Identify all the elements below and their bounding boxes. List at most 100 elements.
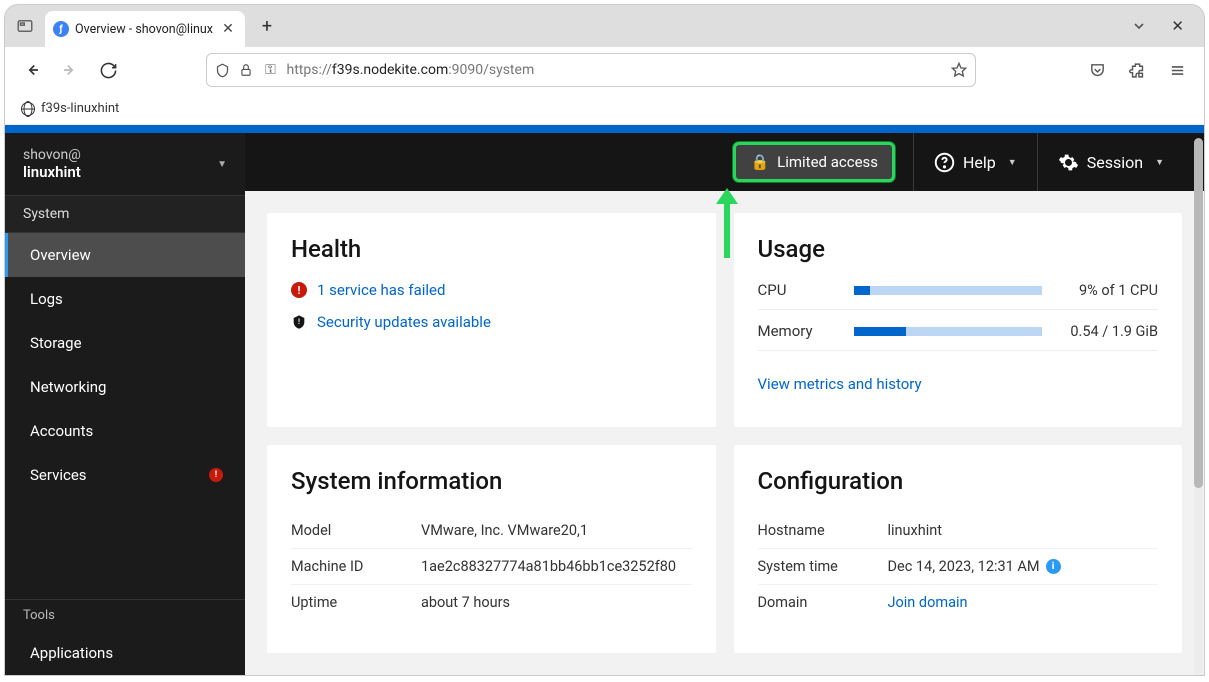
new-tab-button[interactable]: + — [253, 12, 281, 40]
lock-icon — [239, 63, 255, 77]
limited-access-button[interactable]: 🔒 Limited access — [733, 142, 895, 182]
sidebar-item-services[interactable]: Services! — [5, 453, 245, 497]
info-row: DomainJoin domain — [758, 585, 1159, 620]
info-row: ModelVMware, Inc. VMware20,1 — [291, 513, 692, 549]
extensions-button[interactable] — [1122, 55, 1152, 85]
sidebar-item-label: Storage — [30, 334, 82, 352]
info-label: Uptime — [291, 594, 421, 611]
sidebar-section-system[interactable]: System — [5, 195, 245, 233]
forward-button[interactable] — [55, 55, 85, 85]
caret-down-icon: ▼ — [1008, 157, 1017, 168]
main-area: 🔒 Limited access Help ▼ Session ▼ — [245, 133, 1204, 675]
tab-close-button[interactable]: ✕ — [219, 21, 237, 37]
sidebar-item-label: Overview — [30, 246, 91, 264]
usage-title: Usage — [758, 235, 1159, 263]
info-label: Machine ID — [291, 558, 421, 575]
info-value-link[interactable]: Join domain — [888, 594, 1159, 611]
sidebar-item-label: Services — [30, 466, 87, 484]
limited-access-label: Limited access — [777, 153, 878, 171]
sidebar-item-label: Accounts — [30, 422, 93, 440]
memory-bar — [854, 327, 1043, 336]
metrics-history-link[interactable]: View metrics and history — [758, 375, 922, 393]
sidebar: shovon@ linuxhint ▼ System Overview Logs S… — [5, 133, 245, 675]
globe-icon — [21, 102, 35, 116]
info-label: Domain — [758, 594, 888, 611]
host-user: shovon@ — [23, 147, 81, 163]
sidebar-item-applications[interactable]: Applications — [5, 631, 245, 675]
firefox-view-button[interactable] — [13, 14, 37, 38]
tab-title: Overview - shovon@linux — [75, 22, 213, 37]
info-label: Model — [291, 522, 421, 539]
sidebar-item-label: Networking — [30, 378, 106, 396]
tab-favicon-icon: ƒ — [53, 21, 69, 37]
info-icon[interactable]: i — [1046, 559, 1061, 574]
info-row: System timeDec 14, 2023, 12:31 AMi — [758, 549, 1159, 585]
cpu-bar — [854, 286, 1043, 295]
url-bar[interactable]: ⚿ https://f39s.nodekite.com:9090/system — [206, 53, 976, 87]
health-card: Health ! 1 service has failed ! Security… — [267, 213, 716, 427]
info-value: linuxhint — [888, 522, 1159, 539]
host-switcher[interactable]: shovon@ linuxhint ▼ — [5, 133, 245, 195]
info-label: Hostname — [758, 522, 888, 539]
info-row: Uptimeabout 7 hours — [291, 585, 692, 620]
cockpit-app: shovon@ linuxhint ▼ System Overview Logs S… — [5, 133, 1204, 675]
shield-icon — [215, 63, 231, 78]
sidebar-item-overview[interactable]: Overview — [5, 233, 245, 277]
sidebar-item-accounts[interactable]: Accounts — [5, 409, 245, 453]
sidebar-item-storage[interactable]: Storage — [5, 321, 245, 365]
browser-tab[interactable]: ƒ Overview - shovon@linux ✕ — [45, 11, 245, 47]
alert-badge-icon: ! — [209, 468, 223, 482]
service-failed-link[interactable]: 1 service has failed — [317, 281, 445, 299]
masthead: 🔒 Limited access Help ▼ Session ▼ — [245, 133, 1204, 191]
caret-down-icon: ▼ — [217, 159, 227, 170]
sidebar-item-networking[interactable]: Networking — [5, 365, 245, 409]
security-updates-link[interactable]: Security updates available — [317, 313, 491, 331]
security-shield-icon: ! — [291, 314, 307, 330]
cpu-value: 9% of 1 CPU — [1058, 282, 1158, 299]
menu-button[interactable] — [1162, 55, 1192, 85]
sysinfo-card: System information ModelVMware, Inc. VMw… — [267, 445, 716, 654]
bookmark-star-button[interactable] — [951, 62, 967, 78]
key-icon: ⚿ — [263, 62, 279, 78]
sidebar-item-label: Logs — [30, 290, 63, 308]
scrollbar[interactable] — [1194, 138, 1203, 676]
config-title: Configuration — [758, 467, 1159, 495]
info-row: Machine ID1ae2c88327774a81bb46bb1ce3252f… — [291, 549, 692, 585]
info-value: Dec 14, 2023, 12:31 AMi — [888, 558, 1159, 575]
sidebar-item-logs[interactable]: Logs — [5, 277, 245, 321]
alert-icon: ! — [291, 282, 307, 298]
cpu-label: CPU — [758, 281, 838, 299]
brand-strip — [5, 125, 1204, 133]
scrollbar-thumb[interactable] — [1194, 138, 1203, 488]
memory-label: Memory — [758, 322, 838, 340]
pocket-button[interactable] — [1082, 55, 1112, 85]
bookmark-item[interactable]: f39s-linuxhint — [41, 101, 119, 116]
help-menu[interactable]: Help ▼ — [913, 133, 1037, 191]
info-label: System time — [758, 558, 888, 575]
bookmark-bar: f39s-linuxhint — [5, 93, 1204, 125]
host-name: linuxhint — [23, 163, 81, 181]
help-icon — [934, 152, 955, 173]
gear-icon — [1058, 152, 1079, 173]
info-value: 1ae2c88327774a81bb46bb1ce3252f80 — [421, 558, 692, 575]
sysinfo-title: System information — [291, 467, 692, 495]
tab-bar: ƒ Overview - shovon@linux ✕ + ✕ — [5, 5, 1204, 47]
info-value: about 7 hours — [421, 594, 692, 611]
lock-icon: 🔒 — [750, 153, 769, 171]
config-card: Configuration HostnamelinuxhintSystem ti… — [734, 445, 1183, 654]
session-label: Session — [1087, 153, 1143, 172]
usage-card: Usage CPU 9% of 1 CPU Memory 0.54 / 1.9 … — [734, 213, 1183, 427]
tabs-dropdown-button[interactable] — [1131, 18, 1147, 34]
caret-down-icon: ▼ — [1155, 157, 1164, 168]
help-label: Help — [963, 153, 996, 172]
memory-value: 0.54 / 1.9 GiB — [1058, 323, 1158, 340]
info-row: Hostnamelinuxhint — [758, 513, 1159, 549]
info-value: VMware, Inc. VMware20,1 — [421, 522, 692, 539]
session-menu[interactable]: Session ▼ — [1037, 133, 1184, 191]
reload-button[interactable] — [93, 55, 123, 85]
browser-window: ƒ Overview - shovon@linux ✕ + ✕ — [4, 4, 1205, 676]
window-close-button[interactable]: ✕ — [1171, 17, 1184, 35]
content-grid: Health ! 1 service has failed ! Security… — [245, 191, 1204, 675]
sidebar-section-tools[interactable]: Tools — [5, 599, 245, 631]
back-button[interactable] — [17, 55, 47, 85]
